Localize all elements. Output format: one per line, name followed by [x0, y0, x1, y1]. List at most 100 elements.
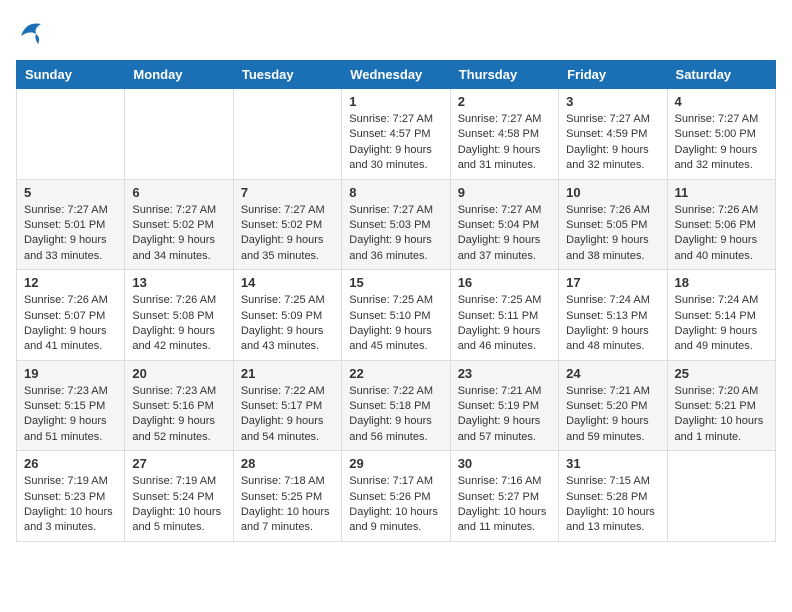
day-number: 21 — [241, 366, 334, 381]
day-number: 9 — [458, 185, 551, 200]
day-number: 3 — [566, 94, 659, 109]
page-header — [16, 16, 776, 52]
day-info: Sunrise: 7:25 AM Sunset: 5:09 PM Dayligh… — [241, 293, 334, 355]
day-info: Sunrise: 7:25 AM Sunset: 5:11 PM Dayligh… — [458, 293, 551, 355]
day-info: Sunrise: 7:24 AM Sunset: 5:14 PM Dayligh… — [675, 293, 768, 355]
day-info: Sunrise: 7:26 AM Sunset: 5:07 PM Dayligh… — [24, 293, 117, 355]
calendar-cell: 27Sunrise: 7:19 AM Sunset: 5:24 PM Dayli… — [125, 451, 233, 542]
calendar-cell — [125, 89, 233, 180]
day-info: Sunrise: 7:27 AM Sunset: 5:02 PM Dayligh… — [241, 203, 334, 265]
day-info: Sunrise: 7:27 AM Sunset: 4:58 PM Dayligh… — [458, 112, 551, 174]
day-info: Sunrise: 7:19 AM Sunset: 5:23 PM Dayligh… — [24, 474, 117, 536]
calendar-cell: 7 Sunrise: 7:27 AM Sunset: 5:02 PM Daylig… — [233, 179, 341, 270]
day-number: 4 — [675, 94, 768, 109]
day-number: 14 — [241, 275, 334, 290]
day-info: Sunrise: 7:23 AM Sunset: 5:15 PM Dayligh… — [24, 384, 117, 446]
day-number: 23 — [458, 366, 551, 381]
day-number: 8 — [349, 185, 442, 200]
day-info: Sunrise: 7:25 AM Sunset: 5:10 PM Dayligh… — [349, 293, 442, 355]
week-row-2: 5 Sunrise: 7:27 AM Sunset: 5:01 PM Daylig… — [17, 179, 776, 270]
week-row-1: 1 Sunrise: 7:27 AM Sunset: 4:57 PM Daylig… — [17, 89, 776, 180]
calendar-cell: 31 Sunrise: 7:15 AM Sunset: 5:28 PM Dayli… — [559, 451, 667, 542]
weekday-header-thursday: Thursday — [450, 61, 558, 89]
day-info: Sunrise: 7:19 AM Sunset: 5:24 PM Dayligh… — [132, 474, 225, 536]
calendar-cell: 25Sunrise: 7:20 AM Sunset: 5:21 PM Dayli… — [667, 360, 775, 451]
day-number: 31 — [566, 456, 659, 471]
logo — [16, 16, 50, 52]
week-row-5: 26 Sunrise: 7:19 AM Sunset: 5:23 PM Dayli… — [17, 451, 776, 542]
calendar-cell: 6 Sunrise: 7:27 AM Sunset: 5:02 PM Daylig… — [125, 179, 233, 270]
weekday-header-friday: Friday — [559, 61, 667, 89]
calendar-cell: 21 Sunrise: 7:22 AM Sunset: 5:17 PM Dayli… — [233, 360, 341, 451]
calendar-cell: 1 Sunrise: 7:27 AM Sunset: 4:57 PM Daylig… — [342, 89, 450, 180]
day-info: Sunrise: 7:22 AM Sunset: 5:18 PM Dayligh… — [349, 384, 442, 446]
week-row-4: 19 Sunrise: 7:23 AM Sunset: 5:15 PM Dayli… — [17, 360, 776, 451]
day-info: Sunrise: 7:23 AM Sunset: 5:16 PM Dayligh… — [132, 384, 225, 446]
day-number: 20 — [132, 366, 225, 381]
calendar-cell: 16 Sunrise: 7:25 AM Sunset: 5:11 PM Dayli… — [450, 270, 558, 361]
calendar-cell: 17 Sunrise: 7:24 AM Sunset: 5:13 PM Dayli… — [559, 270, 667, 361]
calendar-cell: 15 Sunrise: 7:25 AM Sunset: 5:10 PM Dayli… — [342, 270, 450, 361]
day-number: 19 — [24, 366, 117, 381]
day-info: Sunrise: 7:15 AM Sunset: 5:28 PM Dayligh… — [566, 474, 659, 536]
day-info: Sunrise: 7:27 AM Sunset: 5:04 PM Dayligh… — [458, 203, 551, 265]
calendar-cell: 19 Sunrise: 7:23 AM Sunset: 5:15 PM Dayli… — [17, 360, 125, 451]
day-number: 15 — [349, 275, 442, 290]
day-info: Sunrise: 7:16 AM Sunset: 5:27 PM Dayligh… — [458, 474, 551, 536]
day-info: Sunrise: 7:27 AM Sunset: 4:57 PM Dayligh… — [349, 112, 442, 174]
day-number: 18 — [675, 275, 768, 290]
calendar-cell: 18 Sunrise: 7:24 AM Sunset: 5:14 PM Dayli… — [667, 270, 775, 361]
day-number: 17 — [566, 275, 659, 290]
day-number: 16 — [458, 275, 551, 290]
day-number: 22 — [349, 366, 442, 381]
day-info: Sunrise: 7:22 AM Sunset: 5:17 PM Dayligh… — [241, 384, 334, 446]
day-info: Sunrise: 7:21 AM Sunset: 5:19 PM Dayligh… — [458, 384, 551, 446]
calendar-cell: 20 Sunrise: 7:23 AM Sunset: 5:16 PM Dayli… — [125, 360, 233, 451]
calendar-cell: 22 Sunrise: 7:22 AM Sunset: 5:18 PM Dayli… — [342, 360, 450, 451]
calendar-cell: 26 Sunrise: 7:19 AM Sunset: 5:23 PM Dayli… — [17, 451, 125, 542]
day-number: 12 — [24, 275, 117, 290]
day-number: 26 — [24, 456, 117, 471]
day-info: Sunrise: 7:27 AM Sunset: 5:02 PM Dayligh… — [132, 203, 225, 265]
calendar-cell: 11Sunrise: 7:26 AM Sunset: 5:06 PM Dayli… — [667, 179, 775, 270]
calendar-cell: 10Sunrise: 7:26 AM Sunset: 5:05 PM Dayli… — [559, 179, 667, 270]
day-number: 7 — [241, 185, 334, 200]
weekday-header-tuesday: Tuesday — [233, 61, 341, 89]
day-number: 29 — [349, 456, 442, 471]
weekday-header-saturday: Saturday — [667, 61, 775, 89]
calendar-cell: 5 Sunrise: 7:27 AM Sunset: 5:01 PM Daylig… — [17, 179, 125, 270]
day-info: Sunrise: 7:27 AM Sunset: 5:00 PM Dayligh… — [675, 112, 768, 174]
calendar-cell: 24Sunrise: 7:21 AM Sunset: 5:20 PM Dayli… — [559, 360, 667, 451]
calendar-cell: 12 Sunrise: 7:26 AM Sunset: 5:07 PM Dayli… — [17, 270, 125, 361]
calendar-cell: 3Sunrise: 7:27 AM Sunset: 4:59 PM Daylig… — [559, 89, 667, 180]
day-number: 1 — [349, 94, 442, 109]
day-number: 6 — [132, 185, 225, 200]
weekday-header-monday: Monday — [125, 61, 233, 89]
calendar-cell: 2 Sunrise: 7:27 AM Sunset: 4:58 PM Daylig… — [450, 89, 558, 180]
calendar-cell — [233, 89, 341, 180]
day-info: Sunrise: 7:27 AM Sunset: 5:01 PM Dayligh… — [24, 203, 117, 265]
day-number: 5 — [24, 185, 117, 200]
weekday-header-sunday: Sunday — [17, 61, 125, 89]
day-number: 11 — [675, 185, 768, 200]
calendar-cell: 29 Sunrise: 7:17 AM Sunset: 5:26 PM Dayli… — [342, 451, 450, 542]
day-number: 13 — [132, 275, 225, 290]
day-info: Sunrise: 7:20 AM Sunset: 5:21 PM Dayligh… — [675, 384, 768, 446]
day-number: 28 — [241, 456, 334, 471]
calendar-table: SundayMondayTuesdayWednesdayThursdayFrid… — [16, 60, 776, 542]
calendar-cell: 30 Sunrise: 7:16 AM Sunset: 5:27 PM Dayli… — [450, 451, 558, 542]
calendar-cell: 14 Sunrise: 7:25 AM Sunset: 5:09 PM Dayli… — [233, 270, 341, 361]
calendar-cell: 9 Sunrise: 7:27 AM Sunset: 5:04 PM Daylig… — [450, 179, 558, 270]
calendar-cell: 23 Sunrise: 7:21 AM Sunset: 5:19 PM Dayli… — [450, 360, 558, 451]
day-number: 10 — [566, 185, 659, 200]
day-info: Sunrise: 7:26 AM Sunset: 5:08 PM Dayligh… — [132, 293, 225, 355]
weekday-header-row: SundayMondayTuesdayWednesdayThursdayFrid… — [17, 61, 776, 89]
calendar-cell — [17, 89, 125, 180]
weekday-header-wednesday: Wednesday — [342, 61, 450, 89]
logo-bird-icon — [16, 16, 46, 52]
calendar-cell: 13 Sunrise: 7:26 AM Sunset: 5:08 PM Dayli… — [125, 270, 233, 361]
day-number: 2 — [458, 94, 551, 109]
day-info: Sunrise: 7:24 AM Sunset: 5:13 PM Dayligh… — [566, 293, 659, 355]
day-info: Sunrise: 7:17 AM Sunset: 5:26 PM Dayligh… — [349, 474, 442, 536]
day-number: 30 — [458, 456, 551, 471]
